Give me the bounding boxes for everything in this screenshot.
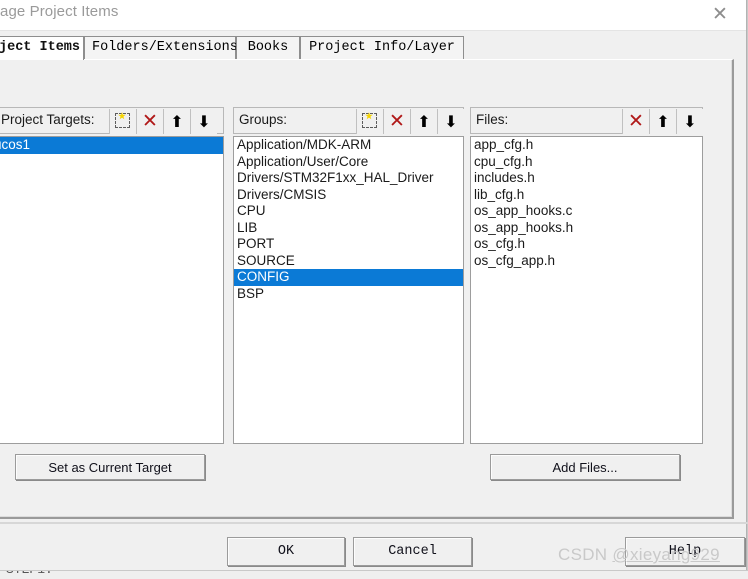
close-icon[interactable]: ✕	[708, 2, 732, 26]
list-item[interactable]: app_cfg.h	[471, 137, 702, 154]
page-title: age Project Items	[0, 3, 119, 20]
delete-icon: ✕	[389, 110, 405, 132]
list-item[interactable]: LIB	[234, 220, 463, 237]
project-targets-move-down-button[interactable]: ⬇	[190, 109, 217, 134]
list-item[interactable]: os_app_hooks.h	[471, 220, 702, 237]
list-item[interactable]: lib_cfg.h	[471, 187, 702, 204]
groups-label: Groups:	[239, 112, 288, 127]
files-delete-button[interactable]: ✕	[622, 109, 649, 134]
project-targets-delete-button[interactable]: ✕	[136, 109, 163, 134]
groups-header: Groups: ✕ ⬆ ⬇	[233, 107, 464, 134]
tab-project-info-layer[interactable]: Project Info/Layer	[300, 36, 464, 59]
groups-listbox[interactable]: Application/MDK-ARM Application/User/Cor…	[233, 136, 464, 444]
list-item[interactable]: Application/User/Core	[234, 154, 463, 171]
new-item-icon	[115, 113, 130, 128]
project-targets-header: Project Targets: ✕ ⬆ ⬇	[0, 107, 224, 134]
list-item[interactable]: ucos1	[0, 137, 223, 154]
list-item[interactable]: Application/MDK-ARM	[234, 137, 463, 154]
watermark-handle: @xieyang929	[612, 545, 720, 564]
files-move-up-button[interactable]: ⬆	[649, 109, 676, 134]
move-down-icon: ⬇	[683, 112, 697, 131]
list-item[interactable]: os_app_hooks.c	[471, 203, 702, 220]
files-header: Files: ✕ ⬆ ⬇	[470, 107, 703, 134]
groups-delete-button[interactable]: ✕	[383, 109, 410, 134]
list-item[interactable]: os_cfg.h	[471, 236, 702, 253]
list-item[interactable]: os_cfg_app.h	[471, 253, 702, 270]
ok-button[interactable]: OK	[227, 537, 345, 566]
files-listbox[interactable]: app_cfg.h cpu_cfg.h includes.h lib_cfg.h…	[470, 136, 703, 444]
move-up-icon: ⬆	[656, 112, 670, 131]
list-item[interactable]: CPU	[234, 203, 463, 220]
tab-project-items[interactable]: ject Items	[0, 36, 84, 60]
title-bar: age Project Items ✕	[0, 0, 748, 31]
groups-move-up-button[interactable]: ⬆	[410, 109, 437, 134]
csdn-watermark: CSDN @xieyang929	[558, 545, 720, 565]
new-item-icon	[362, 113, 377, 128]
list-item[interactable]: cpu_cfg.h	[471, 154, 702, 171]
watermark-prefix: CSDN	[558, 545, 613, 564]
move-down-icon: ⬇	[197, 112, 211, 131]
tab-folders-extensions[interactable]: Folders/Extensions	[84, 36, 238, 59]
list-item[interactable]: PORT	[234, 236, 463, 253]
groups-move-down-button[interactable]: ⬇	[437, 109, 464, 134]
list-item[interactable]: Drivers/STM32F1xx_HAL_Driver	[234, 170, 463, 187]
list-item[interactable]: BSP	[234, 286, 463, 303]
project-targets-new-button[interactable]	[109, 109, 136, 134]
set-as-current-target-button[interactable]: Set as Current Target	[15, 454, 205, 480]
files-label: Files:	[476, 112, 509, 127]
move-up-icon: ⬆	[417, 112, 431, 131]
list-item[interactable]: SOURCE	[234, 253, 463, 270]
footer-separator	[0, 522, 748, 524]
clipped-bottom-strip: STEP1:	[0, 570, 748, 579]
clipped-bottom-text: STEP1:	[6, 571, 53, 577]
project-targets-move-up-button[interactable]: ⬆	[163, 109, 190, 134]
project-targets-label: Project Targets:	[1, 112, 95, 127]
list-item[interactable]: CONFIG	[234, 269, 463, 286]
tab-strip: ject Items Folders/Extensions Books Proj…	[0, 36, 740, 60]
move-up-icon: ⬆	[170, 112, 184, 131]
list-item[interactable]: includes.h	[471, 170, 702, 187]
delete-icon: ✕	[142, 110, 158, 132]
files-move-down-button[interactable]: ⬇	[676, 109, 703, 134]
list-item[interactable]: Drivers/CMSIS	[234, 187, 463, 204]
groups-new-button[interactable]	[356, 109, 383, 134]
add-files-button[interactable]: Add Files...	[490, 454, 680, 480]
cancel-button[interactable]: Cancel	[353, 537, 472, 566]
move-down-icon: ⬇	[444, 112, 458, 131]
tab-books[interactable]: Books	[236, 36, 300, 59]
project-targets-listbox[interactable]: ucos1	[0, 136, 224, 444]
manage-project-items-dialog: age Project Items ✕ ject Items Folders/E…	[0, 0, 748, 579]
delete-icon: ✕	[628, 110, 644, 132]
